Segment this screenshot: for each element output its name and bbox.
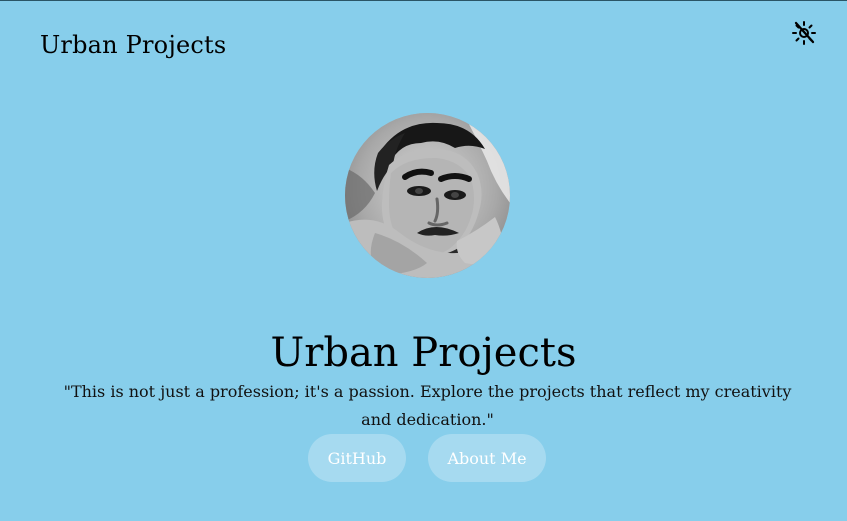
hero-subtitle: "This is not just a profession; it's a p… [63,382,792,429]
navbar: Urban Projects [0,0,847,90]
sun-moon-icon [792,21,816,45]
theme-toggle-button[interactable] [788,17,820,49]
github-button[interactable]: GitHub [308,434,406,482]
hero-section: Urban Projects "This is not just a profe… [0,110,847,510]
hero-buttons: GitHub About Me [0,434,847,484]
about-me-button[interactable]: About Me [428,434,546,482]
brand-link[interactable]: Urban Projects [40,30,226,60]
profile-photo [345,113,510,278]
avatar [345,113,510,278]
page-title: Urban Projects [270,329,577,376]
